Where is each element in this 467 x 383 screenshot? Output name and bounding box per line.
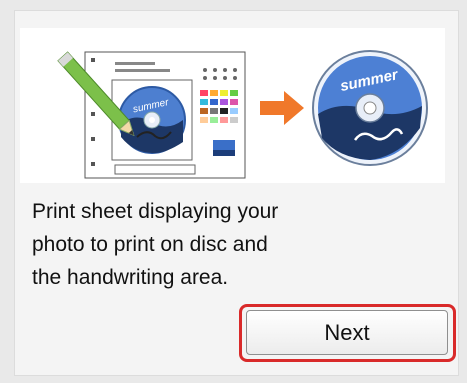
next-button[interactable]: Next bbox=[246, 310, 448, 355]
instruction-illustration: summer summer bbox=[20, 28, 445, 183]
instruction-text: Print sheet displaying your photo to pri… bbox=[32, 195, 362, 294]
handwriting-sheet-icon: summer bbox=[55, 42, 255, 182]
instruction-line-2: photo to print on disc and bbox=[32, 233, 268, 256]
instruction-line-1: Print sheet displaying your bbox=[32, 200, 279, 223]
pencil-icon bbox=[55, 42, 145, 152]
instruction-line-3: the handwriting area. bbox=[32, 266, 229, 289]
printed-disc-icon: summer bbox=[310, 48, 430, 168]
right-arrow-icon bbox=[258, 88, 308, 128]
